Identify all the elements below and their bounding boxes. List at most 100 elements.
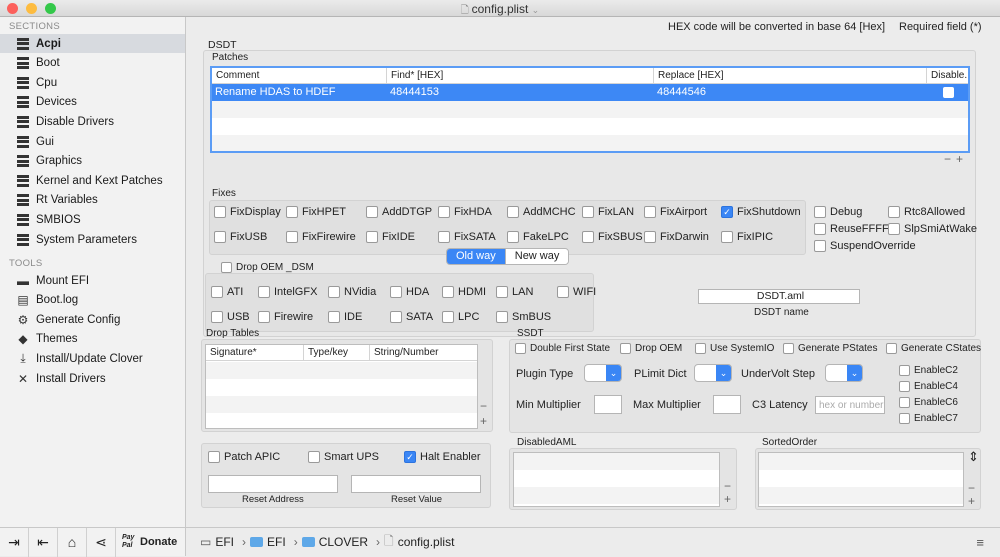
tool-item[interactable]: ▬ Mount EFI (0, 271, 185, 290)
checkbox-box[interactable] (221, 262, 232, 273)
enable-c-checkbox[interactable]: EnableC7 (899, 413, 958, 424)
checkbox-box[interactable] (582, 206, 594, 218)
column-header[interactable]: Type/key (304, 345, 370, 361)
sidebar-item[interactable]: Disable Drivers (0, 112, 185, 131)
dsm-checkbox[interactable]: NVidia (328, 286, 376, 298)
fix-checkbox[interactable]: FixLAN (582, 206, 634, 218)
column-header[interactable]: Replace [HEX] (654, 68, 927, 84)
column-header[interactable]: Disable... (927, 68, 968, 84)
checkbox-box[interactable] (888, 206, 900, 218)
dsm-checkbox[interactable]: LPC (442, 311, 479, 323)
column-header[interactable]: Signature* (206, 345, 304, 361)
checkbox-box[interactable] (390, 311, 402, 323)
sidebar-item[interactable]: Rt Variables (0, 191, 185, 210)
halt-enabler-checkbox[interactable]: ✓ Halt Enabler (404, 451, 481, 463)
plugin-type-select[interactable]: ⌄ (584, 364, 622, 382)
checkbox-box[interactable] (211, 286, 223, 298)
remove-patch-button[interactable]: − (944, 152, 951, 166)
table-row[interactable] (514, 453, 719, 470)
table-row[interactable] (206, 413, 477, 428)
fix-checkbox[interactable]: FixUSB (214, 231, 267, 243)
tool-item[interactable]: ◆ Themes (0, 330, 185, 349)
tool-item[interactable]: ⚙ Generate Config (0, 310, 185, 329)
checkbox-box[interactable] (557, 286, 569, 298)
disabled-aml-table[interactable] (513, 452, 720, 507)
export-icon[interactable]: ⇤ (29, 527, 58, 557)
home-icon[interactable]: ⌂ (58, 527, 87, 557)
ssdt-option-checkbox[interactable]: Use SystemIO (695, 343, 774, 354)
fix-checkbox[interactable]: AddDTGP (366, 206, 432, 218)
checkbox-box[interactable] (899, 397, 910, 408)
checkbox-box[interactable] (390, 286, 402, 298)
fix-checkbox[interactable]: FixSBUS (582, 231, 643, 243)
reset-address-input[interactable] (208, 475, 338, 493)
checkbox-box[interactable] (507, 206, 519, 218)
checkbox-box[interactable] (886, 343, 897, 354)
table-row[interactable]: Rename HDAS to HDEF 48444153 48444546 (212, 84, 968, 101)
patches-table[interactable]: Comment Find* [HEX] Replace [HEX] Disabl… (210, 66, 970, 153)
checkbox-box[interactable] (644, 206, 656, 218)
checkbox-box[interactable] (308, 451, 320, 463)
plimit-dict-select[interactable]: ⌄ (694, 364, 732, 382)
checkbox-box[interactable] (442, 286, 454, 298)
dsm-checkbox[interactable]: IDE (328, 311, 362, 323)
table-row[interactable] (212, 135, 968, 151)
fix-checkbox[interactable]: Rtc8Allowed (888, 206, 965, 218)
fix-checkbox[interactable]: AddMCHC (507, 206, 576, 218)
fix-checkbox[interactable]: Debug (814, 206, 862, 218)
dsm-checkbox[interactable]: HDA (390, 286, 429, 298)
fix-checkbox[interactable]: ReuseFFFF (814, 223, 889, 235)
dsm-checkbox[interactable]: Firewire (258, 311, 313, 323)
add-patch-button[interactable]: + (956, 152, 963, 166)
menu-icon[interactable]: ≡ (976, 535, 984, 550)
sidebar-item[interactable]: Boot (0, 54, 185, 73)
checkbox-box[interactable] (496, 286, 508, 298)
sidebar-item[interactable]: System Parameters (0, 230, 185, 249)
checkbox-box[interactable] (258, 311, 270, 323)
checkbox-box[interactable] (496, 311, 508, 323)
checkbox-box[interactable] (258, 286, 270, 298)
breadcrumb-item[interactable]: EFI (215, 535, 234, 549)
checkbox-box[interactable] (899, 381, 910, 392)
column-header[interactable]: Find* [HEX] (387, 68, 654, 84)
fix-checkbox[interactable]: FakeLPC (507, 231, 569, 243)
table-row[interactable] (206, 362, 477, 379)
fix-checkbox[interactable]: FixSATA (438, 231, 496, 243)
old-way-segment[interactable]: Old way (447, 249, 505, 264)
import-icon[interactable]: ⇥ (0, 527, 29, 557)
checkbox-box[interactable] (208, 451, 220, 463)
sidebar-item[interactable]: SMBIOS (0, 210, 185, 229)
tool-item[interactable]: ✕ Install Drivers (0, 369, 185, 388)
dsm-checkbox[interactable]: LAN (496, 286, 533, 298)
chevron-down-icon[interactable]: ⌄ (532, 5, 540, 15)
undervolt-step-select[interactable]: ⌄ (825, 364, 863, 382)
checkbox-box[interactable] (211, 311, 223, 323)
checkbox-box[interactable] (328, 286, 340, 298)
patch-apic-checkbox[interactable]: Patch APIC (208, 451, 280, 463)
sorted-order-table[interactable] (758, 452, 964, 507)
dsm-checkbox[interactable]: IntelGFX (258, 286, 317, 298)
ssdt-option-checkbox[interactable]: Double First State (515, 343, 610, 354)
fix-checkbox[interactable]: SlpSmiAtWake (888, 223, 977, 235)
checkbox-box[interactable] (899, 413, 910, 424)
table-row[interactable] (759, 470, 963, 487)
breadcrumb-item[interactable]: CLOVER (301, 535, 368, 549)
dsdt-name-input[interactable]: DSDT.aml (698, 289, 860, 304)
checkbox-box[interactable] (582, 231, 594, 243)
checkbox-box[interactable] (899, 365, 910, 376)
checkbox-box[interactable] (366, 206, 378, 218)
dsm-checkbox[interactable]: HDMI (442, 286, 486, 298)
fix-checkbox[interactable]: SuspendOverride (814, 240, 916, 252)
checkbox-box[interactable] (814, 240, 826, 252)
table-row[interactable] (759, 453, 963, 470)
min-multiplier-input[interactable] (594, 395, 622, 414)
sidebar-item[interactable]: Kernel and Kext Patches (0, 171, 185, 190)
add-sorted-button[interactable]: + (968, 494, 975, 508)
dsm-checkbox[interactable]: SATA (390, 311, 433, 323)
way-segmented-control[interactable]: Old way New way (446, 248, 570, 265)
breadcrumb-item[interactable]: EFI (250, 535, 286, 549)
add-disabled-aml-button[interactable]: + (724, 492, 731, 506)
fix-checkbox[interactable]: FixAirport (644, 206, 707, 218)
donate-button[interactable]: Pay Pal Donate (116, 534, 177, 550)
checkbox-box[interactable] (695, 343, 706, 354)
